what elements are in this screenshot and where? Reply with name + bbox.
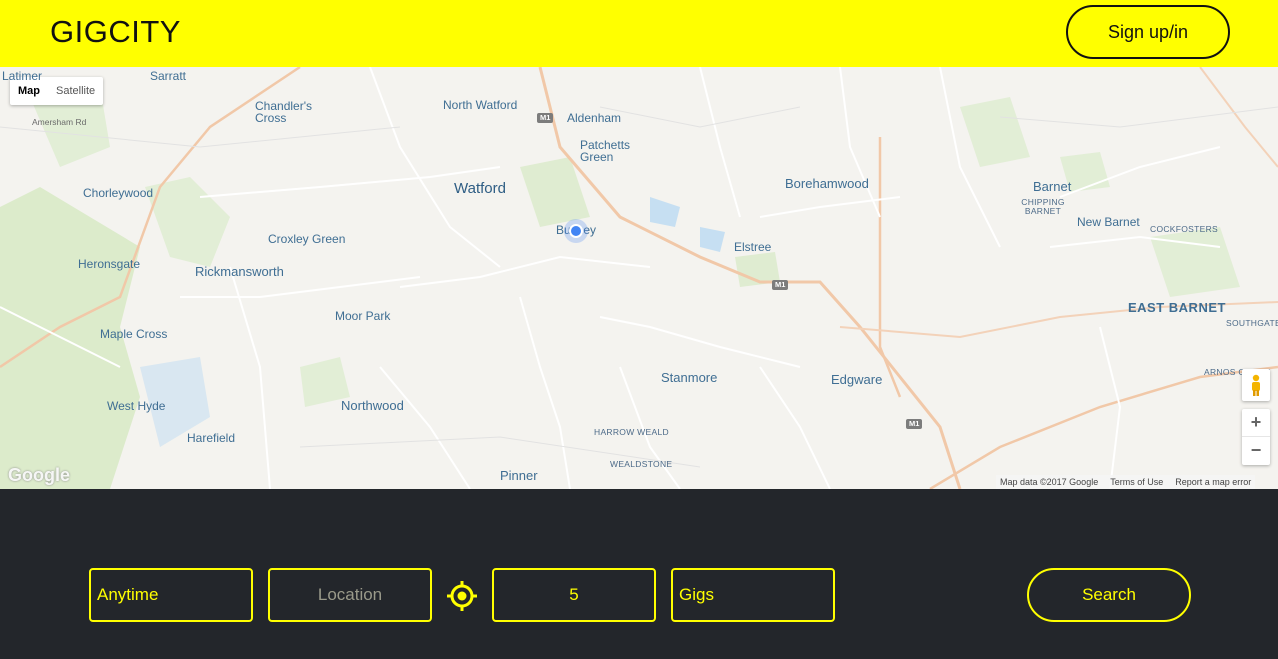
search-panel: Anytime Location 5 Gigs Search xyxy=(0,489,1278,659)
location-input[interactable]: Location xyxy=(268,568,432,622)
place-label: Borehamwood xyxy=(785,176,869,191)
place-label: WEALDSTONE xyxy=(610,459,673,469)
place-label: COCKFOSTERS xyxy=(1150,224,1219,234)
motorway-shield: M1 xyxy=(772,280,789,290)
place-label: Pinner xyxy=(500,468,538,483)
time-select[interactable]: Anytime xyxy=(89,568,253,622)
place-label: Latimer xyxy=(2,69,43,83)
current-location-marker xyxy=(569,224,583,238)
street-view-pegman-icon[interactable] xyxy=(1242,369,1270,401)
place-label: West Hyde xyxy=(107,399,166,413)
map-view[interactable]: Map Satellite Watford Borehamwood Barnet… xyxy=(0,67,1278,489)
place-label: Moor Park xyxy=(335,309,391,323)
place-label: Chorleywood xyxy=(83,186,154,200)
place-label: Maple Cross xyxy=(100,327,168,341)
place-label: SOUTHGATE xyxy=(1226,318,1278,328)
top-bar: GIGCITY Sign up/in xyxy=(0,0,1278,67)
place-label: Elstree xyxy=(734,240,772,254)
zoom-control: + − xyxy=(1242,409,1270,465)
place-label: Patchetts Green xyxy=(580,138,631,164)
zoom-in-button[interactable]: + xyxy=(1242,409,1270,437)
search-button[interactable]: Search xyxy=(1027,568,1191,622)
place-label: Barnet xyxy=(1033,179,1072,194)
place-label: North Watford xyxy=(443,98,518,112)
place-label: HARROW WEALD xyxy=(594,427,669,437)
terms-link[interactable]: Terms of Use xyxy=(1110,477,1163,487)
place-label: Harefield xyxy=(187,431,236,445)
locate-me-icon[interactable] xyxy=(446,580,478,612)
report-error-link[interactable]: Report a map error xyxy=(1175,477,1251,487)
place-label: Heronsgate xyxy=(78,257,141,271)
place-label: Watford xyxy=(454,180,506,197)
map-type-satellite[interactable]: Satellite xyxy=(48,77,103,105)
place-label: New Barnet xyxy=(1077,215,1140,229)
place-label: EAST BARNET xyxy=(1128,300,1226,315)
type-select[interactable]: Gigs xyxy=(671,568,835,622)
place-label: Rickmansworth xyxy=(195,264,284,279)
place-label: Edgware xyxy=(831,372,883,387)
motorway-shield: M1 xyxy=(537,113,554,123)
place-label: Croxley Green xyxy=(268,232,346,246)
map-base-layer xyxy=(0,67,1278,489)
map-footer: Map data ©2017 Google Terms of Use Repor… xyxy=(996,475,1256,489)
google-logo[interactable]: Google xyxy=(8,465,70,486)
place-label: Sarratt xyxy=(150,69,187,83)
place-label: CHIPPING BARNET xyxy=(1021,197,1065,216)
radius-input[interactable]: 5 xyxy=(492,568,656,622)
place-label: Aldenham xyxy=(567,111,622,125)
motorway-shield: M1 xyxy=(906,419,923,429)
place-label: Northwood xyxy=(341,398,404,413)
signup-button[interactable]: Sign up/in xyxy=(1066,5,1230,59)
road-label: Amersham Rd xyxy=(32,117,87,127)
zoom-out-button[interactable]: − xyxy=(1242,437,1270,465)
map-data-credit: Map data ©2017 Google xyxy=(1000,477,1099,487)
place-label: Chandler's Cross xyxy=(255,99,312,125)
app-logo[interactable]: GIGCITY xyxy=(50,14,181,50)
place-label: Stanmore xyxy=(661,370,718,385)
